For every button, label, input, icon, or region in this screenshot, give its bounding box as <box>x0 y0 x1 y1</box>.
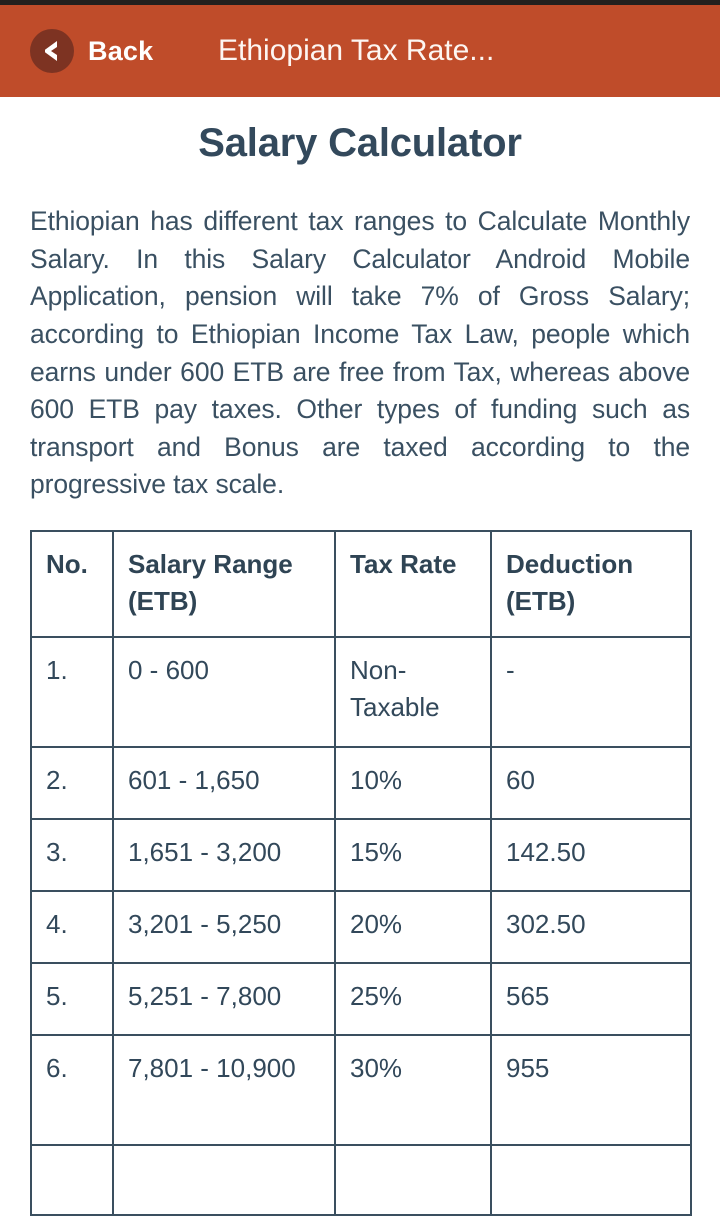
cell-deduction <box>490 1143 692 1216</box>
cell-no: 5. <box>30 961 114 1036</box>
cell-range <box>112 1143 336 1216</box>
cell-rate: 10% <box>334 745 492 820</box>
column-header-deduction: Deduction (ETB) <box>490 530 692 638</box>
cell-rate: 30% <box>334 1033 492 1146</box>
app-bar: Back Ethiopian Tax Rate... <box>0 5 720 97</box>
page-title: Salary Calculator <box>198 121 522 165</box>
table-row: 6. 7,801 - 10,900 30% 955 <box>30 1033 692 1146</box>
cell-deduction: 565 <box>490 961 692 1036</box>
back-button[interactable]: Back <box>30 29 153 73</box>
cell-range: 0 - 600 <box>112 635 336 748</box>
cell-no: 4. <box>30 889 114 964</box>
cell-no: 1. <box>30 635 114 748</box>
chevron-left-icon <box>30 29 74 73</box>
cell-deduction: 142.50 <box>490 817 692 892</box>
cell-deduction: 60 <box>490 745 692 820</box>
cell-rate <box>334 1143 492 1216</box>
page-content: Salary Calculator Ethiopian has differen… <box>0 121 720 1216</box>
intro-paragraph: Ethiopian has different tax ranges to Ca… <box>30 206 690 500</box>
cell-deduction: - <box>490 635 692 748</box>
tax-rate-table: No. Salary Range (ETB) Tax Rate Deductio… <box>30 530 692 1216</box>
cell-rate: 25% <box>334 961 492 1036</box>
cell-no <box>30 1143 114 1216</box>
app-bar-title: Ethiopian Tax Rate... <box>218 34 495 67</box>
cell-range: 1,651 - 3,200 <box>112 817 336 892</box>
column-header-range: Salary Range (ETB) <box>112 530 336 638</box>
cell-deduction: 302.50 <box>490 889 692 964</box>
cell-deduction: 955 <box>490 1033 692 1146</box>
column-header-rate: Tax Rate <box>334 530 492 638</box>
back-button-label: Back <box>88 35 154 66</box>
cell-no: 6. <box>30 1033 114 1146</box>
table-row: 2. 601 - 1,650 10% 60 <box>30 745 692 820</box>
table-row: 1. 0 - 600 Non-Taxable - <box>30 635 692 748</box>
cell-rate: 15% <box>334 817 492 892</box>
table-row <box>30 1143 692 1216</box>
cell-rate: Non-Taxable <box>334 635 492 748</box>
cell-range: 3,201 - 5,250 <box>112 889 336 964</box>
table-row: 5. 5,251 - 7,800 25% 565 <box>30 961 692 1036</box>
cell-no: 2. <box>30 745 114 820</box>
cell-no: 3. <box>30 817 114 892</box>
table-row: 3. 1,651 - 3,200 15% 142.50 <box>30 817 692 892</box>
cell-range: 5,251 - 7,800 <box>112 961 336 1036</box>
cell-rate: 20% <box>334 889 492 964</box>
cell-range: 7,801 - 10,900 <box>112 1033 336 1146</box>
column-header-no: No. <box>30 530 114 638</box>
cell-range: 601 - 1,650 <box>112 745 336 820</box>
table-header-row: No. Salary Range (ETB) Tax Rate Deductio… <box>30 530 692 638</box>
table-row: 4. 3,201 - 5,250 20% 302.50 <box>30 889 692 964</box>
